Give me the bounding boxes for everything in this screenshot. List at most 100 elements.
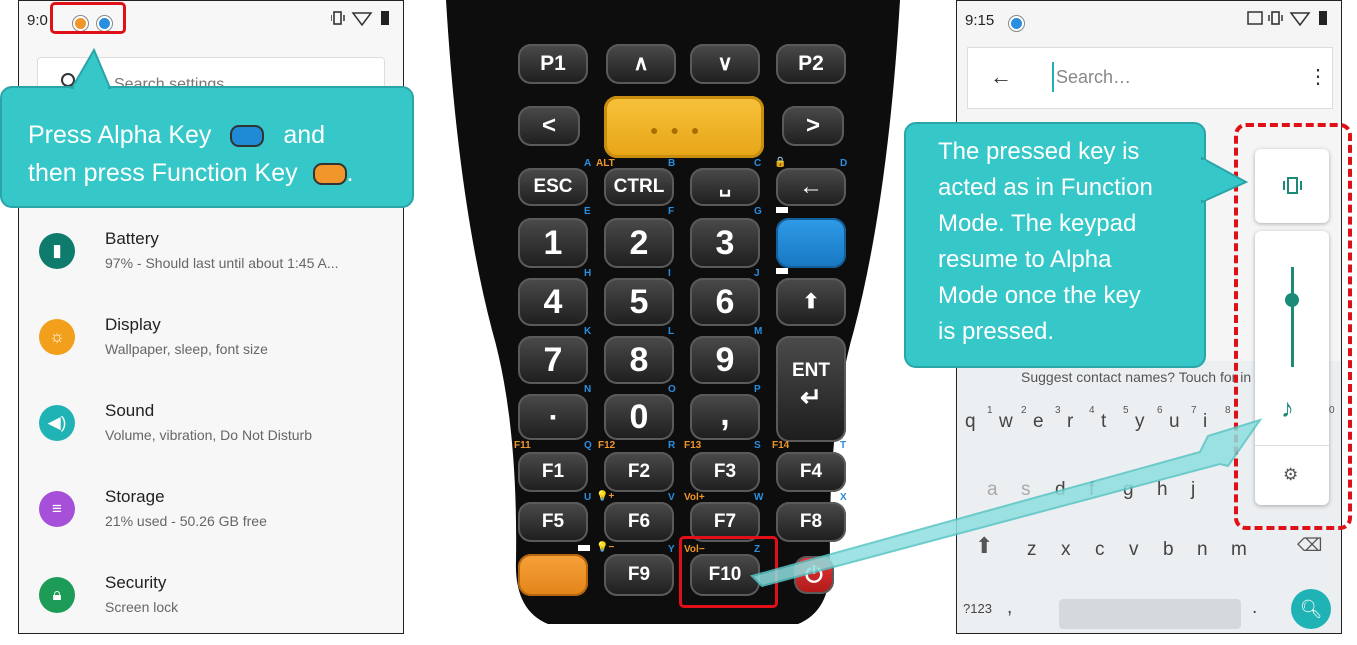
callout-and: and	[283, 121, 326, 149]
nfc-vibrate-wifi-battery-icon	[1247, 11, 1327, 27]
symbols-key[interactable]: ?123	[963, 601, 992, 616]
comma-key-soft[interactable]: ,	[1007, 597, 1012, 619]
backspace-key[interactable]: ←	[776, 168, 846, 206]
backlight-up-icon: 💡+	[596, 491, 615, 502]
label-n: N	[584, 384, 592, 395]
callout-line: The pressed key is	[938, 138, 1140, 165]
connector-arrow	[750, 418, 1263, 588]
key-6[interactable]: 6	[690, 278, 760, 326]
period-key-soft[interactable]: .	[1252, 597, 1257, 619]
settings-item-subtitle: Wallpaper, sleep, font size	[105, 341, 268, 357]
settings-item-title: Battery	[105, 229, 159, 248]
alpha-key[interactable]	[776, 218, 846, 268]
search-bar[interactable]: ← Search… ⋮	[967, 47, 1333, 109]
function-key-chip-icon	[312, 163, 347, 186]
status-indicator-highlight	[50, 2, 126, 34]
key-2[interactable]: 2	[604, 218, 674, 268]
space-key[interactable]: ␣	[690, 168, 760, 206]
callout-line-1: Press Alpha Key	[28, 121, 212, 149]
settings-item-subtitle: Screen lock	[105, 599, 179, 615]
status-bar-right: 9:15	[957, 1, 1341, 41]
label-q: Q	[584, 440, 592, 451]
status-icons-right	[1247, 10, 1331, 30]
status-time-right: 9:15	[965, 12, 995, 29]
key-7[interactable]: 7	[518, 336, 588, 384]
settings-item-sound[interactable]: ◀) Sound Volume, vibration, Do Not Disturb	[19, 395, 403, 475]
alpha-mode-indicator-icon-right	[1009, 14, 1024, 31]
overflow-menu-icon[interactable]: ⋮	[1308, 64, 1328, 89]
label-m: M	[754, 326, 763, 337]
p1-key[interactable]: P1	[518, 44, 588, 84]
label-y: Y	[668, 544, 675, 555]
key-8[interactable]: 8	[604, 336, 674, 384]
alpha-function-callout: Press Alpha Key and then press Function …	[0, 86, 414, 208]
label-a: A	[584, 158, 592, 169]
label-f11: F11	[514, 440, 531, 451]
label-f13: F13	[684, 440, 702, 451]
f1-key[interactable]: F1	[518, 452, 588, 492]
alpha-key-chip-icon	[230, 125, 265, 148]
key-3[interactable]: 3	[690, 218, 760, 268]
up-arrow-key[interactable]: ∧	[606, 44, 676, 84]
space-bar[interactable]	[1059, 599, 1241, 629]
right-arrow-key[interactable]: >	[782, 106, 844, 146]
callout-period: .	[346, 159, 354, 187]
settings-item-security[interactable]: 🔒︎ Security Screen lock	[19, 567, 403, 633]
label-h: H	[584, 268, 592, 279]
back-arrow-icon[interactable]: ←	[990, 64, 1012, 90]
text-cursor	[1052, 62, 1054, 92]
volume-icon: ◀)	[39, 405, 75, 441]
keyboard-search-button[interactable]: 🔍︎	[1291, 589, 1331, 629]
key-4[interactable]: 4	[518, 278, 588, 326]
label-g: G	[754, 206, 762, 217]
p2-key[interactable]: P2	[776, 44, 846, 84]
battery-icon: ▮	[39, 233, 75, 269]
key-5[interactable]: 5	[604, 278, 674, 326]
search-input[interactable]: Search…	[1056, 67, 1131, 88]
key-9[interactable]: 9	[690, 336, 760, 384]
settings-item-title: Storage	[105, 487, 165, 506]
label-f12: F12	[598, 440, 616, 451]
settings-item-title: Sound	[105, 401, 155, 420]
callout-right-pointer	[1200, 156, 1249, 204]
vibrate-wifi-battery-icon	[330, 11, 389, 27]
callout-line: resume to Alpha	[938, 246, 1112, 273]
callout-line: is pressed.	[938, 318, 1055, 345]
dot-key[interactable]: ▪	[518, 394, 588, 440]
label-b: B	[668, 158, 676, 169]
brightness-icon: ☼	[39, 319, 75, 355]
label-i: I	[668, 268, 671, 279]
scan-key[interactable]: ●●●	[604, 96, 764, 158]
label-f: F	[668, 206, 675, 217]
down-arrow-key[interactable]: ∨	[690, 44, 760, 84]
settings-item-subtitle: 97% - Should last until about 1:45 A...	[105, 255, 339, 271]
callout-line-2: then press Function Key	[28, 159, 298, 187]
settings-item-subtitle: 21% used - 50.26 GB free	[105, 513, 267, 529]
esc-key[interactable]: ESC	[518, 168, 588, 206]
keyboard-backspace-icon[interactable]: ⌫	[1297, 535, 1322, 556]
status-icons	[330, 10, 393, 30]
f2-key[interactable]: F2	[604, 452, 674, 492]
f5-key[interactable]: F5	[518, 502, 588, 542]
key-1[interactable]: 1	[518, 218, 588, 268]
function-key[interactable]	[518, 554, 588, 596]
f6-key[interactable]: F6	[604, 502, 674, 542]
callout-pointer	[70, 48, 112, 90]
settings-item-title: Security	[105, 573, 167, 592]
ctrl-key[interactable]: CTRL	[604, 168, 674, 206]
label-o: O	[668, 384, 676, 395]
settings-item-subtitle: Volume, vibration, Do Not Disturb	[105, 427, 312, 443]
enter-key-label: ENT	[792, 360, 830, 381]
key-0[interactable]: 0	[604, 394, 674, 440]
label-v: V	[668, 492, 675, 503]
settings-item-battery[interactable]: ▮ Battery 97% - Should last until about 1:…	[19, 223, 403, 303]
label-u: U	[584, 492, 592, 503]
settings-item-storage[interactable]: ≡ Storage 21% used - 50.26 GB free	[19, 481, 403, 561]
callout-text: The pressed key is acted as in Function Mo…	[938, 134, 1204, 350]
shift-key[interactable]: ⬆	[776, 278, 846, 326]
function-mode-callout: The pressed key is acted as in Function Mo…	[904, 122, 1206, 368]
f9-key[interactable]: F9	[604, 554, 674, 596]
callout-line: acted as in Function	[938, 174, 1153, 201]
settings-item-display[interactable]: ☼ Display Wallpaper, sleep, font size	[19, 309, 403, 389]
left-arrow-key[interactable]: <	[518, 106, 580, 146]
